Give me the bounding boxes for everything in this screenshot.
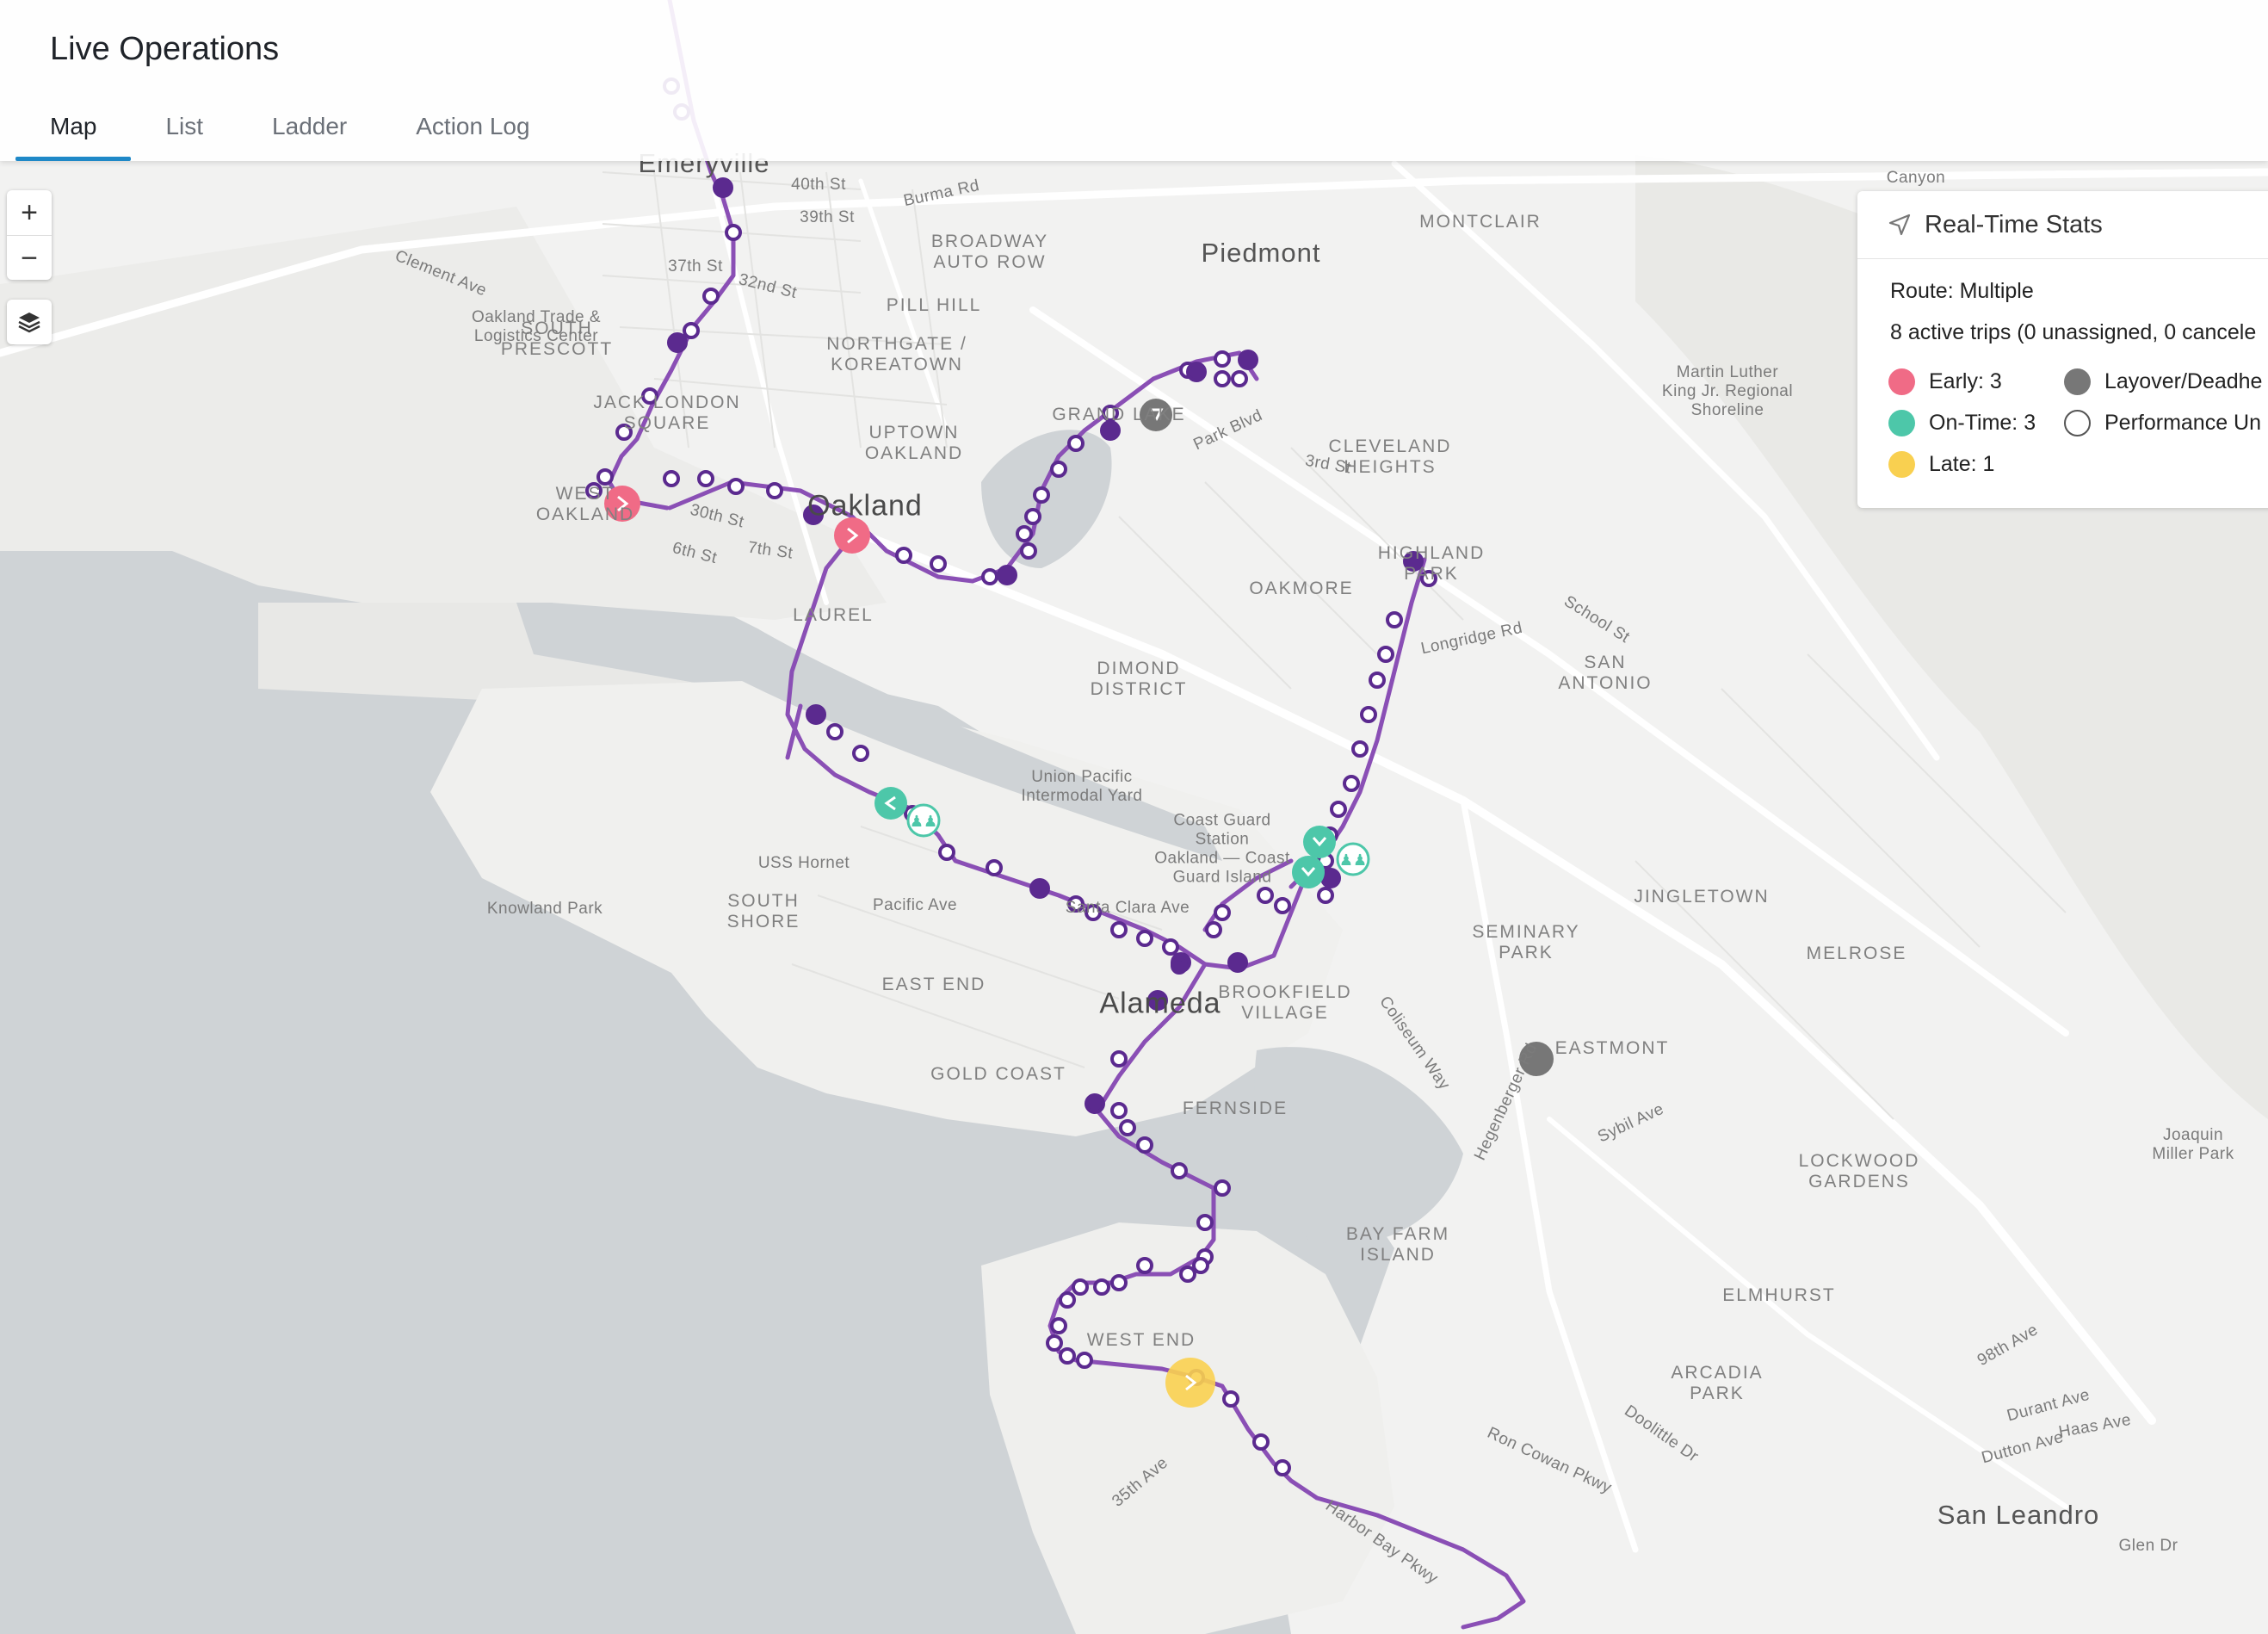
legend-early: Early: 3 bbox=[1888, 368, 2002, 395]
early-dot bbox=[1888, 368, 1915, 395]
map-label: GRAND LAKE bbox=[1052, 404, 1186, 424]
map-label: JINGLETOWN bbox=[1634, 886, 1770, 907]
map-label: SOUTH SHORE bbox=[726, 890, 800, 932]
map-label: LAUREL bbox=[793, 604, 874, 625]
tab-action-log[interactable]: Action Log bbox=[381, 105, 564, 161]
map-label: SAN ANTONIO bbox=[1558, 652, 1653, 693]
legend-performance-unknown-label: Performance Un bbox=[2104, 411, 2262, 435]
map-label: Piedmont bbox=[1201, 238, 1321, 269]
performance-unknown-dot bbox=[2064, 410, 2091, 436]
legend-late-label: Late: 1 bbox=[1929, 452, 1995, 476]
map-label: OAKMORE bbox=[1249, 578, 1354, 598]
map-label: Martin Luther King Jr. Regional Shoreline bbox=[1661, 363, 1794, 419]
map-label: MELROSE bbox=[1806, 943, 1907, 963]
map-label: FERNSIDE bbox=[1182, 1098, 1288, 1118]
map-label: Joaquin Miller Park bbox=[2152, 1126, 2234, 1163]
map-label: GOLD COAST bbox=[930, 1063, 1066, 1084]
map-label: ELMHURST bbox=[1722, 1284, 1836, 1305]
layers-icon bbox=[18, 313, 40, 333]
stats-active-trips: 8 active trips (0 unassigned, 0 cancele bbox=[1890, 320, 2257, 344]
legend-layover: Layover/Deadhe bbox=[2064, 368, 2262, 395]
zoom-in-button[interactable]: + bbox=[7, 190, 52, 235]
on-time-dot bbox=[1888, 410, 1915, 436]
vehicle-on-time[interactable] bbox=[874, 787, 907, 820]
stats-header: Real-Time Stats bbox=[1857, 191, 2268, 259]
map-label: EAST END bbox=[881, 974, 986, 994]
map-label: HIGHLAND PARK bbox=[1377, 542, 1486, 584]
map-label: JACK LONDON SQUARE bbox=[593, 392, 741, 433]
legend-on-time: On-Time: 3 bbox=[1888, 410, 2036, 436]
map-label: BROOKFIELD VILLAGE bbox=[1218, 981, 1352, 1023]
late-dot bbox=[1888, 451, 1915, 478]
navigation-arrow-icon bbox=[1888, 214, 1911, 236]
zoom-out-button[interactable]: − bbox=[7, 235, 52, 281]
view-tabs: Map List Ladder Action Log bbox=[15, 105, 565, 161]
map-label: USS Hornet bbox=[757, 854, 850, 873]
map-label: SEMINARY PARK bbox=[1472, 921, 1580, 962]
app-header: Live Operations Map List Ladder Action L… bbox=[0, 0, 2268, 161]
map-label: 40th St bbox=[791, 176, 846, 195]
zoom-control: + − bbox=[7, 190, 52, 280]
vehicle-late[interactable] bbox=[1165, 1358, 1215, 1408]
legend-performance-unknown: Performance Un bbox=[2064, 410, 2261, 436]
map-label: DIMOND DISTRICT bbox=[1090, 658, 1188, 699]
map-label: Alameda bbox=[1099, 987, 1221, 1020]
stats-title: Real-Time Stats bbox=[1925, 210, 2103, 238]
vehicle-on-time[interactable] bbox=[1303, 826, 1336, 858]
legend-layover-label: Layover/Deadhe bbox=[2104, 369, 2263, 393]
layover-dot bbox=[2064, 368, 2091, 395]
tab-ladder[interactable]: Ladder bbox=[238, 105, 381, 161]
map-label: 37th St bbox=[668, 257, 723, 276]
map-label: LOCKWOOD GARDENS bbox=[1798, 1150, 1920, 1191]
map-label: Glen Dr bbox=[2118, 1537, 2178, 1556]
tab-map[interactable]: Map bbox=[15, 105, 132, 161]
svg-text:♟♟: ♟♟ bbox=[1339, 851, 1367, 870]
page-title: Live Operations bbox=[50, 31, 280, 67]
legend-on-time-label: On-Time: 3 bbox=[1929, 411, 2036, 435]
map-label: BROADWAY AUTO ROW bbox=[930, 231, 1049, 272]
map-label: WEST OAKLAND bbox=[535, 483, 635, 524]
stats-route: Route: Multiple bbox=[1890, 279, 2034, 303]
vehicle-on-time[interactable] bbox=[1292, 856, 1325, 888]
map-label: Coast Guard Station Oakland — Coast Guard I… bbox=[1154, 811, 1290, 886]
legend-early-label: Early: 3 bbox=[1929, 369, 2002, 393]
map-label: Union Pacific Intermodal Yard bbox=[1021, 768, 1143, 805]
map-label: PILL HILL bbox=[886, 294, 982, 315]
map-label: Pacific Ave bbox=[872, 896, 958, 915]
passenger-load-icon[interactable]: ♟♟ bbox=[906, 803, 941, 838]
layers-button[interactable] bbox=[7, 300, 52, 344]
map-label: Santa Clara Ave bbox=[1065, 899, 1190, 918]
map-label: Canyon bbox=[1886, 169, 1946, 188]
map-label: EASTMONT bbox=[1554, 1037, 1670, 1058]
map-label: San Leandro bbox=[1937, 1500, 2100, 1531]
map-label: Oakland Trade & Logistics Center bbox=[471, 308, 602, 345]
real-time-stats-panel: Real-Time Stats Route: Multiple 8 active… bbox=[1857, 191, 2268, 508]
tab-list[interactable]: List bbox=[131, 105, 238, 161]
map-label: 39th St bbox=[800, 208, 855, 227]
passenger-load-icon[interactable]: ♟♟ bbox=[1336, 842, 1370, 876]
map-label: WEST END bbox=[1086, 1329, 1196, 1350]
map-label: NORTHGATE / KOREATOWN bbox=[826, 333, 967, 374]
map-label: Knowland Park bbox=[486, 900, 603, 919]
map-label: UPTOWN OAKLAND bbox=[864, 422, 964, 463]
map-label: BAY FARM ISLAND bbox=[1345, 1223, 1450, 1265]
map-label: ARCADIA PARK bbox=[1671, 1362, 1764, 1403]
map-label: Oakland bbox=[807, 489, 923, 523]
map-label: MONTCLAIR bbox=[1419, 211, 1542, 232]
legend-late: Late: 1 bbox=[1888, 451, 1994, 478]
svg-text:♟♟: ♟♟ bbox=[910, 813, 937, 831]
